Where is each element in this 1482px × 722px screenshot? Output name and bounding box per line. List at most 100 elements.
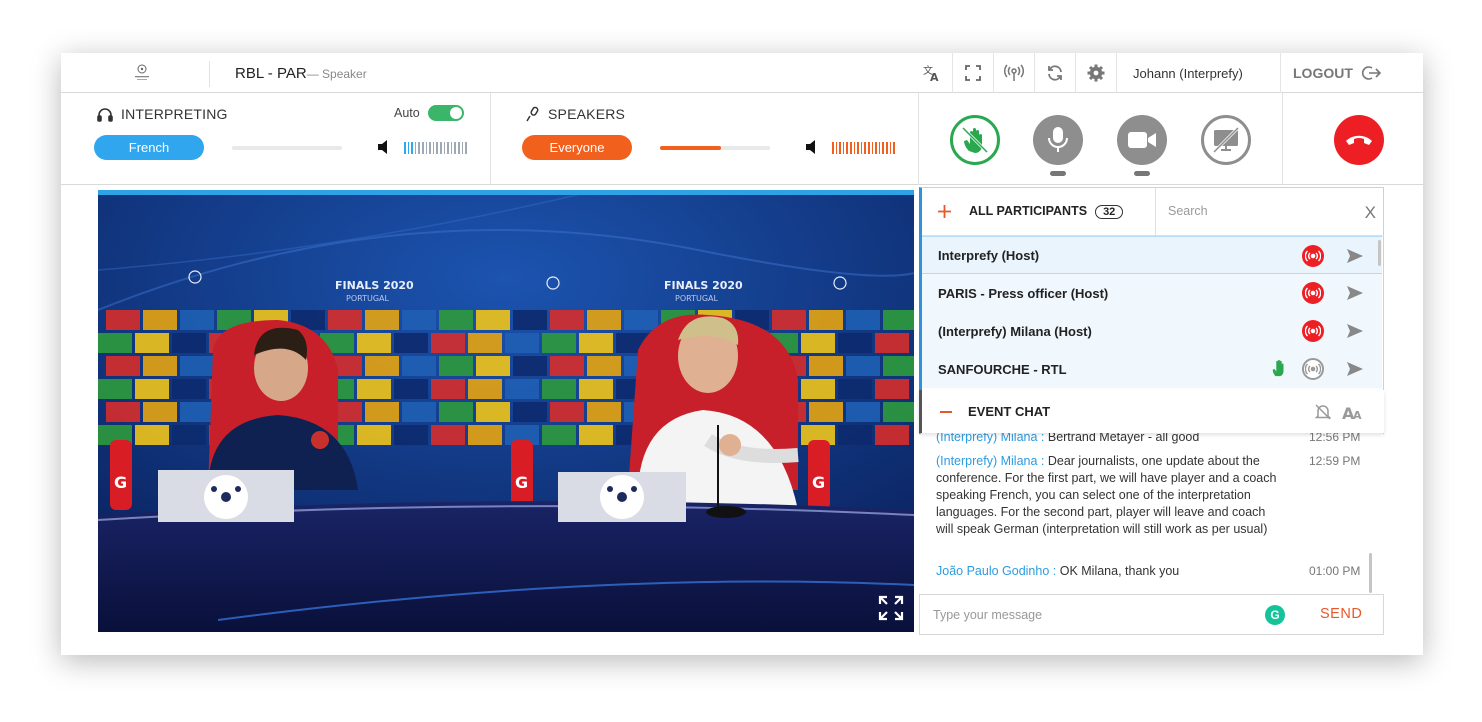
level-bar <box>421 142 424 154</box>
expand-plus-icon[interactable] <box>938 205 951 218</box>
participants-count-badge: 32 <box>1095 205 1124 219</box>
level-bar <box>835 142 838 154</box>
video-camera-icon <box>1128 132 1156 148</box>
send-message-icon[interactable] <box>1346 247 1364 265</box>
collapse-minus-icon[interactable] <box>940 410 952 414</box>
gear-icon[interactable] <box>1075 53 1116 93</box>
speakers-heading: SPEAKERS <box>526 106 625 122</box>
logout-button[interactable]: LOGOUT <box>1280 53 1423 93</box>
level-bar <box>846 142 848 154</box>
sponsor-logo <box>587 356 621 376</box>
chat-text: OK Milana, thank you <box>1059 564 1180 578</box>
end-call-button[interactable] <box>1334 115 1384 165</box>
chat-author[interactable]: (Interprefy) Milana : <box>936 433 1044 444</box>
sponsor-logo <box>476 310 510 330</box>
sponsor-logo <box>402 402 436 422</box>
sponsor-logo <box>883 310 914 330</box>
broadcast-icon[interactable] <box>993 53 1034 93</box>
user-name[interactable]: Johann (Interprefy) <box>1116 53 1280 93</box>
microphone-options-handle[interactable] <box>1050 171 1066 176</box>
chat-author[interactable]: (Interprefy) Milana : <box>936 454 1044 468</box>
broadcast-status-icon[interactable] <box>1302 358 1324 380</box>
chat-message: (Interprefy) Milana : Bertrand Metayer -… <box>936 433 1281 446</box>
sponsor-logo <box>883 356 914 376</box>
speakers-channel-button[interactable]: Everyone <box>522 135 632 160</box>
svg-text:G: G <box>515 473 528 492</box>
camera-button[interactable] <box>1117 115 1167 165</box>
participants-heading: ALL PARTICIPANTS 32 <box>969 204 1124 219</box>
broadcast-status-icon[interactable] <box>1302 282 1324 304</box>
event-chat-header[interactable]: EVENT CHAT AA <box>919 390 1384 433</box>
sponsor-logo <box>431 379 465 399</box>
level-bar <box>871 142 874 154</box>
auto-switch[interactable] <box>427 105 464 121</box>
participant-row[interactable]: (Interprefy) Milana (Host) <box>922 312 1382 350</box>
sponsor-logo <box>98 379 132 399</box>
level-bar <box>418 142 420 154</box>
chat-message-input[interactable]: Type your message G SEND <box>919 594 1384 635</box>
sponsor-logo <box>143 356 177 376</box>
sponsor-logo <box>439 310 473 330</box>
sponsor-logo <box>180 356 214 376</box>
participants-scrollbar[interactable] <box>1378 240 1381 266</box>
participants-search-input[interactable]: Search X <box>1155 188 1384 236</box>
hand-icon <box>961 126 989 154</box>
volume-icon[interactable] <box>377 139 393 155</box>
send-message-icon[interactable] <box>1346 322 1364 340</box>
chat-author[interactable]: João Paulo Godinho : <box>936 564 1056 578</box>
broadcast-status-icon[interactable] <box>1302 245 1324 267</box>
screen-share-button[interactable] <box>1201 115 1251 165</box>
sponsor-logo <box>513 402 547 422</box>
sponsor-logo <box>550 402 584 422</box>
microphone-button[interactable] <box>1033 115 1083 165</box>
level-bar <box>454 142 456 154</box>
chat-message: (Interprefy) Milana : Dear journalists, … <box>936 453 1281 538</box>
interpreting-panel: INTERPRETING Auto French <box>61 93 491 185</box>
participant-row[interactable]: SANFOURCHE - RTL <box>922 350 1382 388</box>
sponsor-logo <box>431 425 465 445</box>
sponsor-logo <box>883 402 914 422</box>
video-feed[interactable]: FINALS 2020 PORTUGAL FINALS 2020 PORTUGA… <box>98 190 914 632</box>
interpreting-volume-slider[interactable] <box>232 146 342 150</box>
expand-video-icon[interactable] <box>878 595 904 621</box>
chat-timestamp: 12:56 PM <box>1309 433 1361 444</box>
fullscreen-icon[interactable] <box>952 53 993 93</box>
level-bar <box>457 142 460 154</box>
raise-hand-button[interactable] <box>950 115 1000 165</box>
translate-icon[interactable]: 文A <box>911 53 952 93</box>
refresh-icon[interactable] <box>1034 53 1075 93</box>
participant-row[interactable]: Interprefy (Host) <box>922 236 1382 274</box>
grammarly-icon[interactable]: G <box>1265 605 1285 625</box>
interpreting-language-button[interactable]: French <box>94 135 204 160</box>
sponsor-logo <box>439 402 473 422</box>
sponsor-logo <box>402 310 436 330</box>
mute-notifications-icon[interactable] <box>1314 403 1332 421</box>
send-message-icon[interactable] <box>1346 284 1364 302</box>
speakers-volume-fill <box>660 146 721 150</box>
sponsor-logo <box>875 425 909 445</box>
camera-options-handle[interactable] <box>1134 171 1150 176</box>
chat-scrollbar[interactable] <box>1369 553 1372 593</box>
sponsor-logo <box>476 356 510 376</box>
sponsor-logo <box>875 379 909 399</box>
participant-row[interactable]: PARIS - Press officer (Host) <box>922 274 1382 312</box>
level-bar <box>885 142 888 154</box>
broadcast-status-icon[interactable] <box>1302 320 1324 342</box>
svg-text:A: A <box>930 71 939 83</box>
sponsor-logo <box>579 425 613 445</box>
sponsor-logo <box>801 333 835 353</box>
close-icon[interactable]: X <box>1365 203 1376 223</box>
volume-icon[interactable] <box>805 139 821 155</box>
sponsor-logo <box>505 379 539 399</box>
sponsor-logo <box>542 379 576 399</box>
send-message-icon[interactable] <box>1346 360 1364 378</box>
speakers-level-meter <box>832 142 895 154</box>
level-bar <box>860 142 863 154</box>
sponsor-logo <box>143 310 177 330</box>
font-size-icon[interactable]: AA <box>1342 403 1364 421</box>
speakers-volume-slider[interactable] <box>660 146 770 150</box>
chat-message: João Paulo Godinho : OK Milana, thank yo… <box>936 563 1281 580</box>
auto-toggle[interactable]: Auto <box>394 105 464 121</box>
participant-name: SANFOURCHE - RTL <box>938 361 1067 377</box>
send-button[interactable]: SEND <box>1320 606 1362 622</box>
